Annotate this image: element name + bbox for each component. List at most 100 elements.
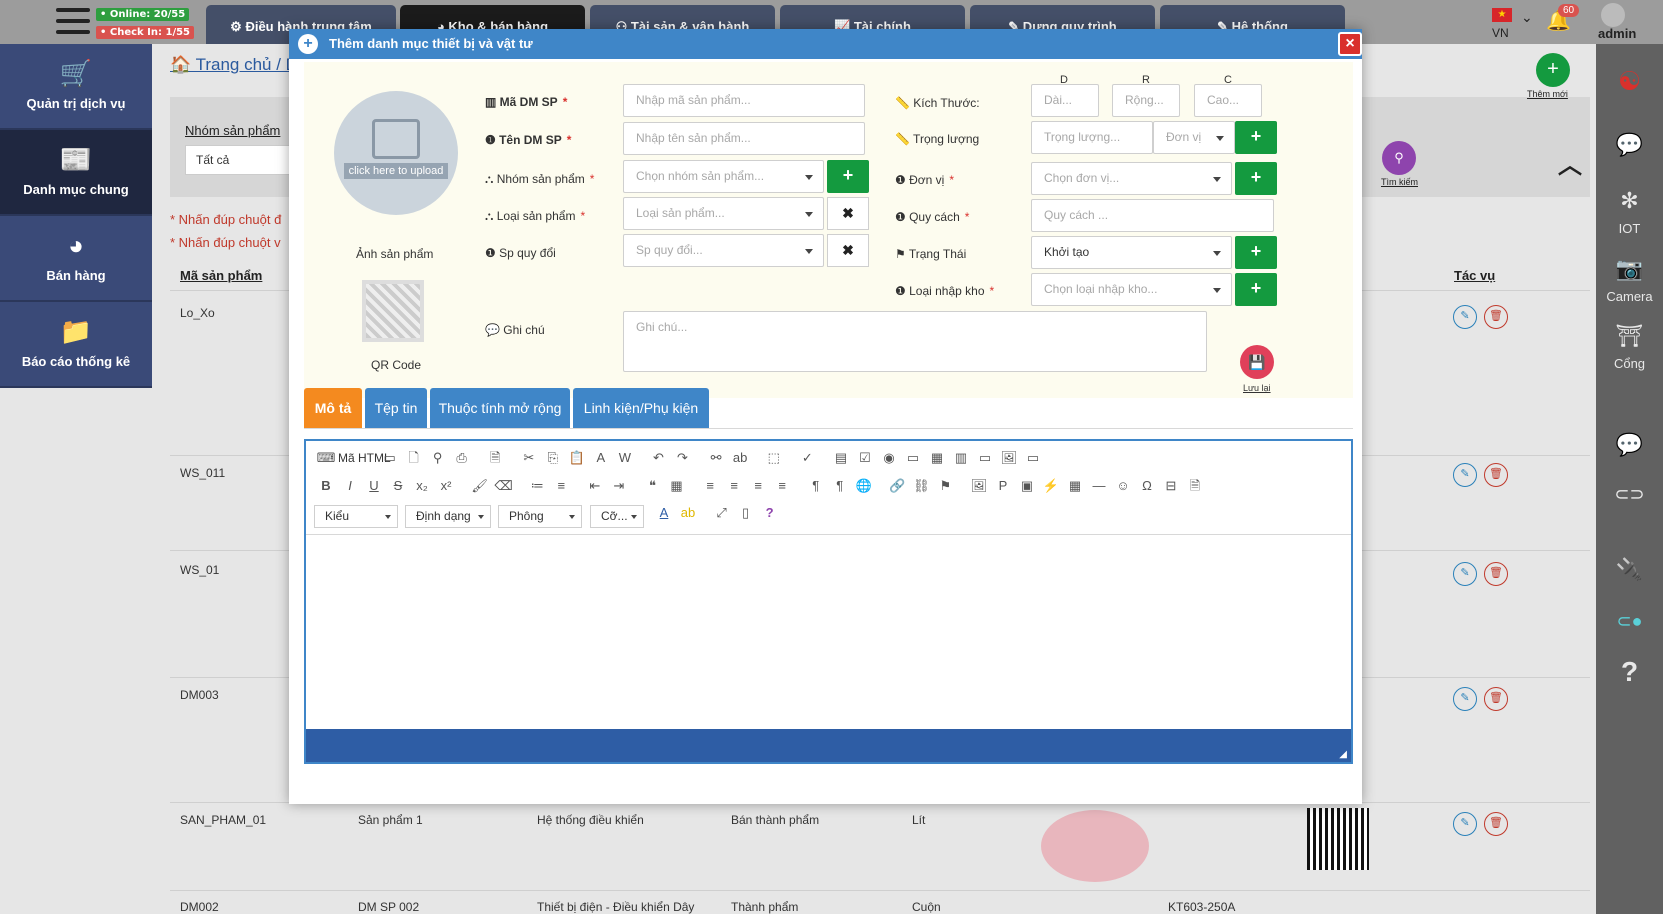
width-input[interactable]: Rộng... <box>1112 84 1180 117</box>
strike-icon[interactable]: S <box>386 478 410 493</box>
add-group-button[interactable]: + <box>827 160 869 193</box>
nav-quan-tri-dich-vu[interactable]: 🛒 Quản trị dịch vụ <box>0 44 152 130</box>
nav-danh-muc-chung[interactable]: 📰 Danh mục chung <box>0 130 152 216</box>
italic-icon[interactable]: I <box>338 478 362 493</box>
group-filter-select[interactable]: Tất cả <box>185 145 300 175</box>
paste-word-icon[interactable]: W <box>613 450 637 465</box>
smiley-icon[interactable]: ☺ <box>1111 478 1135 493</box>
edit-icon[interactable]: ✎ <box>1453 562 1477 586</box>
edit-icon[interactable]: ✎ <box>1453 687 1477 711</box>
type-select[interactable]: Loại sản phẩm... <box>623 197 824 230</box>
iframe-icon[interactable]: ▣ <box>1015 478 1039 494</box>
add-new-label[interactable]: Thêm mới <box>1527 89 1568 99</box>
table-icon[interactable]: ▦ <box>1063 478 1087 494</box>
save-doc-icon[interactable]: ▭ <box>378 450 402 466</box>
redo-icon[interactable]: ↷ <box>671 450 695 466</box>
rtl-icon[interactable]: ¶ <box>828 478 852 493</box>
paste-text-icon[interactable]: A <box>589 450 613 465</box>
video-call-icon[interactable]: 💬 <box>1596 432 1663 458</box>
camera-label[interactable]: Camera <box>1596 289 1663 304</box>
gate-icon[interactable]: ⛩ <box>1596 323 1663 349</box>
numbered-list-icon[interactable]: ≔ <box>525 478 549 494</box>
html-source-button[interactable]: Mã HTML <box>338 451 391 465</box>
placeholder-icon[interactable]: P <box>991 478 1015 493</box>
chevron-down-icon[interactable]: ⌄ <box>1521 9 1533 26</box>
anchor-icon[interactable]: ⚑ <box>933 478 957 494</box>
language-label[interactable]: VN <box>1492 26 1509 40</box>
font-select[interactable]: Phông <box>498 505 582 528</box>
ltr-icon[interactable]: ¶ <box>804 478 828 493</box>
image-icon[interactable]: 🖼 <box>967 478 991 494</box>
style-select[interactable]: Kiểu <box>314 505 398 528</box>
vn-flag-icon[interactable]: ★ <box>1492 8 1512 22</box>
align-left-icon[interactable]: ≡ <box>698 478 722 493</box>
maximize-icon[interactable]: ⤢ <box>710 505 734 521</box>
add-new-button[interactable]: + <box>1536 53 1570 87</box>
remove-format-icon[interactable]: ⌫ <box>492 478 516 494</box>
clear-type-button[interactable]: ✖ <box>827 197 869 230</box>
search-icon[interactable]: ⚲ <box>1382 141 1416 175</box>
trash-icon[interactable]: 🗑 <box>1484 812 1508 836</box>
collapse-icon[interactable]: ︿ <box>1558 145 1582 180</box>
new-page-icon[interactable]: 🗋 <box>402 449 426 471</box>
form-icon[interactable]: ▤ <box>829 450 853 466</box>
convert-select[interactable]: Sp quy đổi... <box>623 234 824 267</box>
language-icon[interactable]: 🌐 <box>852 478 876 494</box>
save-label[interactable]: Lưu lại <box>1243 383 1271 393</box>
outdent-icon[interactable]: ⇤ <box>583 478 607 494</box>
undo-icon[interactable]: ↶ <box>647 450 671 466</box>
nav-ban-hang[interactable]: ◕ Bán hàng <box>0 216 152 302</box>
paste-icon[interactable]: 📋 <box>565 450 589 466</box>
trash-icon[interactable]: 🗑 <box>1484 305 1508 329</box>
find-icon[interactable]: ⚯ <box>704 450 728 466</box>
embed-icon[interactable]: 🗎 <box>1183 477 1207 499</box>
add-import-type-button[interactable]: + <box>1235 273 1277 306</box>
resize-handle-icon[interactable]: ◢ <box>1339 749 1347 760</box>
note-textarea[interactable]: Ghi chú... <box>623 311 1207 372</box>
checkbox-icon[interactable]: ☑ <box>853 450 877 466</box>
copy-icon[interactable]: ⎘ <box>541 450 565 466</box>
editor-content-area[interactable] <box>306 536 1351 728</box>
trash-icon[interactable]: 🗑 <box>1484 463 1508 487</box>
print-icon[interactable]: ⎙ <box>450 450 474 466</box>
name-input[interactable]: Nhập tên sản phẩm... <box>623 122 865 155</box>
spec-input[interactable]: Quy cách ... <box>1031 199 1274 232</box>
code-input[interactable]: Nhập mã sản phẩm... <box>623 84 865 117</box>
bullet-list-icon[interactable]: ≡ <box>549 478 573 493</box>
subscript-icon[interactable]: x₂ <box>410 478 434 493</box>
preview-icon[interactable]: ⚲ <box>426 450 450 466</box>
weight-unit-select[interactable]: Đơn vị <box>1153 121 1235 154</box>
photo-upload[interactable]: click here to upload <box>334 91 458 215</box>
upload-hint[interactable]: click here to upload <box>344 163 448 179</box>
copy-format-icon[interactable]: 🖌 <box>468 478 492 494</box>
iot-label[interactable]: IOT <box>1596 221 1663 236</box>
tab-files[interactable]: Tệp tin <box>365 388 427 428</box>
template-icon[interactable]: 🗎 <box>483 449 507 471</box>
unit-select[interactable]: Chọn đơn vị... <box>1031 162 1232 195</box>
source-icon[interactable]: ⌨ <box>314 450 338 466</box>
textfield-icon[interactable]: ▭ <box>901 450 925 466</box>
horizontal-rule-icon[interactable]: ― <box>1087 478 1111 493</box>
gate-label[interactable]: Cổng <box>1596 356 1663 371</box>
hidden-field-icon[interactable]: ▭ <box>1021 450 1045 466</box>
user-name[interactable]: admin <box>1598 26 1636 41</box>
avatar[interactable] <box>1601 3 1625 27</box>
div-icon[interactable]: ▦ <box>665 478 689 494</box>
special-char-icon[interactable]: Ω <box>1135 478 1159 493</box>
page-break-icon[interactable]: ⊟ <box>1159 478 1183 494</box>
height-input[interactable]: Cao... <box>1194 84 1262 117</box>
select-field-icon[interactable]: ▥ <box>949 450 973 466</box>
import-type-select[interactable]: Chọn loại nhập kho... <box>1031 273 1232 306</box>
weight-input[interactable]: Trọng lượng... <box>1031 121 1153 154</box>
tab-description[interactable]: Mô tả <box>304 388 362 428</box>
align-justify-icon[interactable]: ≡ <box>770 478 794 493</box>
camera-icon[interactable]: 📷 <box>1596 256 1663 282</box>
indent-icon[interactable]: ⇥ <box>607 478 631 494</box>
nav-bao-cao[interactable]: 📁 Báo cáo thống kê <box>0 302 152 388</box>
add-unit-button[interactable]: + <box>1235 162 1277 195</box>
toggle-on-icon[interactable]: ⊂● <box>1596 611 1663 632</box>
radio-icon[interactable]: ◉ <box>877 450 901 466</box>
length-input[interactable]: Dài... <box>1031 84 1099 117</box>
group-select[interactable]: Chọn nhóm sản phẩm... <box>623 160 824 193</box>
trash-icon[interactable]: 🗑 <box>1484 562 1508 586</box>
